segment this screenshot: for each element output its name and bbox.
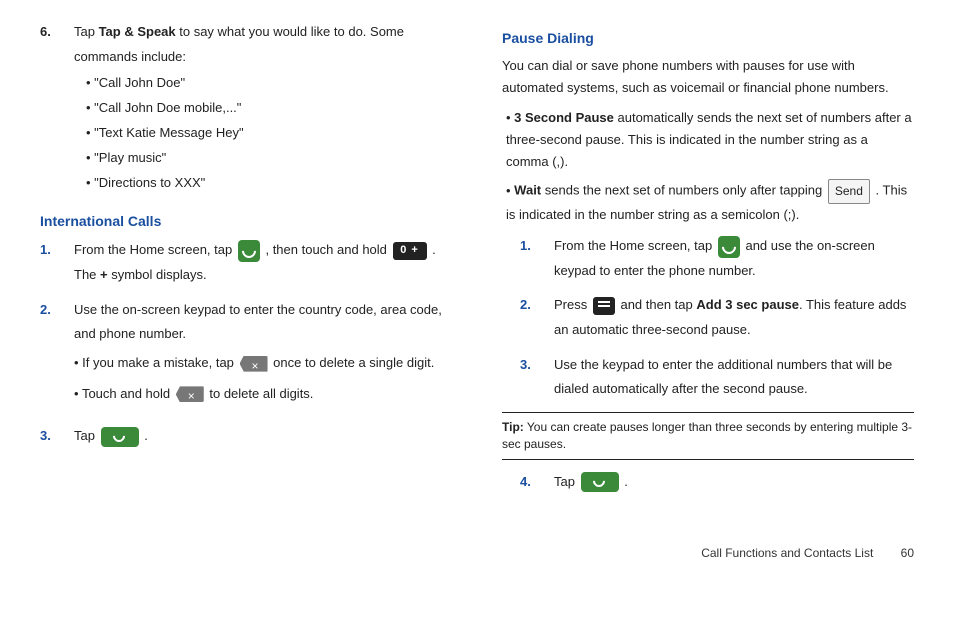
text: once to delete a single digit. bbox=[273, 355, 434, 370]
voice-commands-list: "Call John Doe" "Call John Doe mobile,..… bbox=[74, 73, 452, 193]
step-number: 1. bbox=[520, 234, 554, 283]
international-calls-heading: International Calls bbox=[40, 211, 452, 232]
step-number: 2. bbox=[520, 293, 554, 342]
pause-step-3: 3. Use the keypad to enter the additiona… bbox=[520, 353, 914, 402]
delete-icon bbox=[240, 356, 268, 372]
sub-bullet: Touch and hold to delete all digits. bbox=[74, 382, 452, 407]
call-button-icon bbox=[101, 427, 139, 447]
step-number: 4. bbox=[520, 470, 554, 495]
text: If you make a mistake, tap bbox=[82, 355, 237, 370]
text: Touch and hold bbox=[82, 386, 174, 401]
pause-step-1: 1. From the Home screen, tap and use the… bbox=[520, 234, 914, 283]
send-button-icon: Send bbox=[828, 179, 870, 203]
sub-bullet: If you make a mistake, tap once to delet… bbox=[74, 351, 452, 376]
step-number: 3. bbox=[520, 353, 554, 402]
text: Use the on-screen keypad to enter the co… bbox=[74, 302, 442, 342]
zero-plus-key-icon: 0 + bbox=[393, 242, 427, 260]
plus-symbol: + bbox=[100, 267, 108, 282]
command-item: "Play music" bbox=[86, 148, 452, 169]
text: Tap bbox=[554, 474, 579, 489]
step-text-pre: Tap bbox=[74, 24, 99, 39]
intl-step-3: 3. Tap . bbox=[40, 424, 452, 449]
pause-intro: You can dial or save phone numbers with … bbox=[502, 55, 914, 99]
step-number: 1. bbox=[40, 238, 74, 287]
pause-step-4: 4. Tap . bbox=[520, 470, 914, 495]
text: symbol displays. bbox=[108, 267, 207, 282]
intl-step-1: 1. From the Home screen, tap , then touc… bbox=[40, 238, 452, 287]
text: Tap bbox=[74, 428, 99, 443]
step-number: 6. bbox=[40, 20, 74, 201]
text: Use the keypad to enter the additional n… bbox=[554, 357, 892, 397]
text: and then tap bbox=[620, 297, 696, 312]
intl-step-2: 2. Use the on-screen keypad to enter the… bbox=[40, 298, 452, 415]
pause-step-2: 2. Press and then tap Add 3 sec pause. T… bbox=[520, 293, 914, 342]
tip-box: Tip: You can create pauses longer than t… bbox=[502, 412, 914, 460]
phone-icon bbox=[718, 236, 740, 258]
command-item: "Call John Doe mobile,..." bbox=[86, 98, 452, 119]
command-item: "Directions to XXX" bbox=[86, 173, 452, 194]
delete-icon bbox=[176, 386, 204, 402]
wait-bullet: Wait sends the next set of numbers only … bbox=[506, 179, 914, 225]
three-second-pause-bullet: 3 Second Pause automatically sends the n… bbox=[506, 107, 914, 173]
step-number: 2. bbox=[40, 298, 74, 415]
left-column: 6. Tap Tap & Speak to say what you would… bbox=[40, 20, 452, 504]
text: . bbox=[624, 474, 628, 489]
command-item: "Call John Doe" bbox=[86, 73, 452, 94]
step-6: 6. Tap Tap & Speak to say what you would… bbox=[40, 20, 452, 201]
text: Press bbox=[554, 297, 591, 312]
phone-icon bbox=[238, 240, 260, 262]
menu-icon bbox=[593, 297, 615, 315]
add-3-sec-pause-label: Add 3 sec pause bbox=[696, 297, 799, 312]
page-footer: Call Functions and Contacts List 60 bbox=[40, 544, 914, 562]
step-number: 3. bbox=[40, 424, 74, 449]
text: sends the next set of numbers only after… bbox=[541, 183, 826, 198]
tip-label: Tip: bbox=[502, 420, 524, 434]
bold-label: 3 Second Pause bbox=[514, 110, 614, 125]
footer-section-title: Call Functions and Contacts List bbox=[701, 546, 873, 560]
call-button-icon bbox=[581, 472, 619, 492]
tip-text: You can create pauses longer than three … bbox=[502, 420, 912, 451]
command-item: "Text Katie Message Hey" bbox=[86, 123, 452, 144]
text: From the Home screen, tap bbox=[554, 238, 716, 253]
page-number: 60 bbox=[901, 546, 914, 560]
text: . bbox=[144, 428, 148, 443]
tap-and-speak-label: Tap & Speak bbox=[99, 24, 176, 39]
text: From the Home screen, tap bbox=[74, 242, 236, 257]
pause-dialing-heading: Pause Dialing bbox=[502, 28, 914, 49]
text: to delete all digits. bbox=[209, 386, 313, 401]
right-column: Pause Dialing You can dial or save phone… bbox=[502, 20, 914, 504]
text: , then touch and hold bbox=[265, 242, 390, 257]
bold-label: Wait bbox=[514, 183, 541, 198]
